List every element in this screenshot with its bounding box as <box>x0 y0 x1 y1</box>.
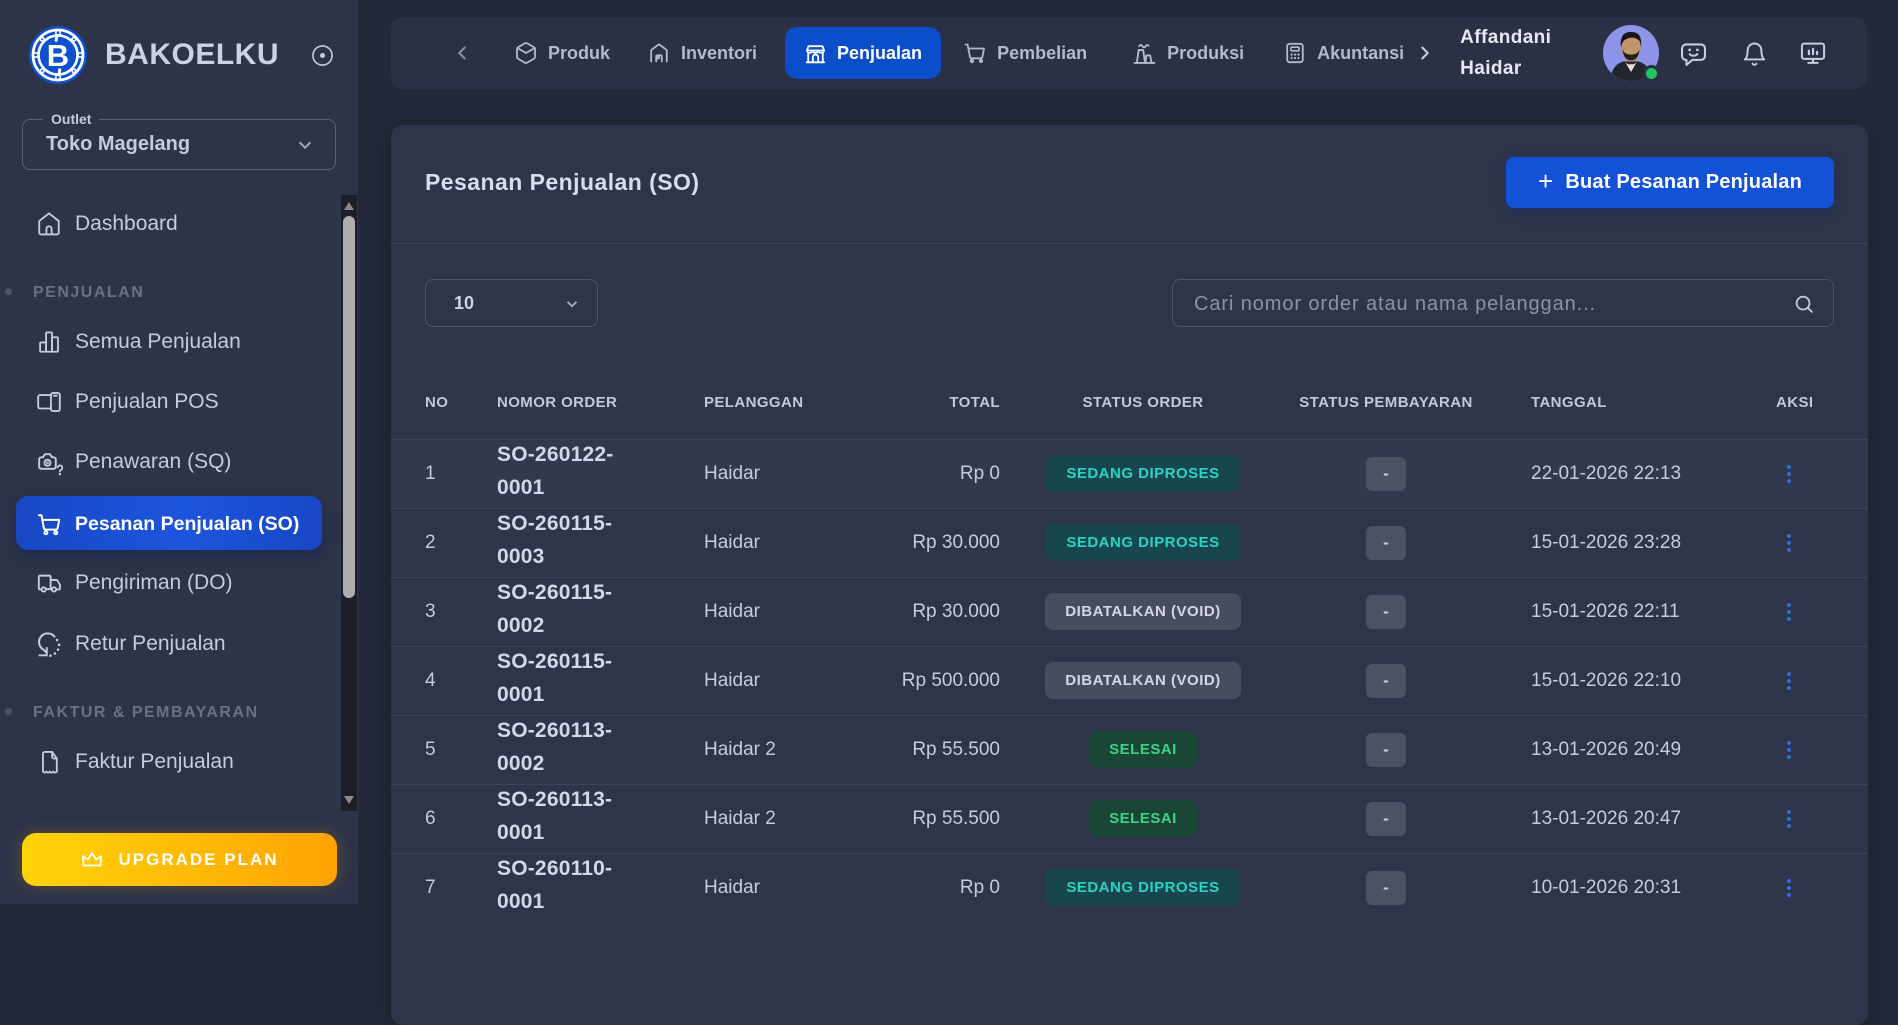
svg-text:B: B <box>47 38 69 73</box>
